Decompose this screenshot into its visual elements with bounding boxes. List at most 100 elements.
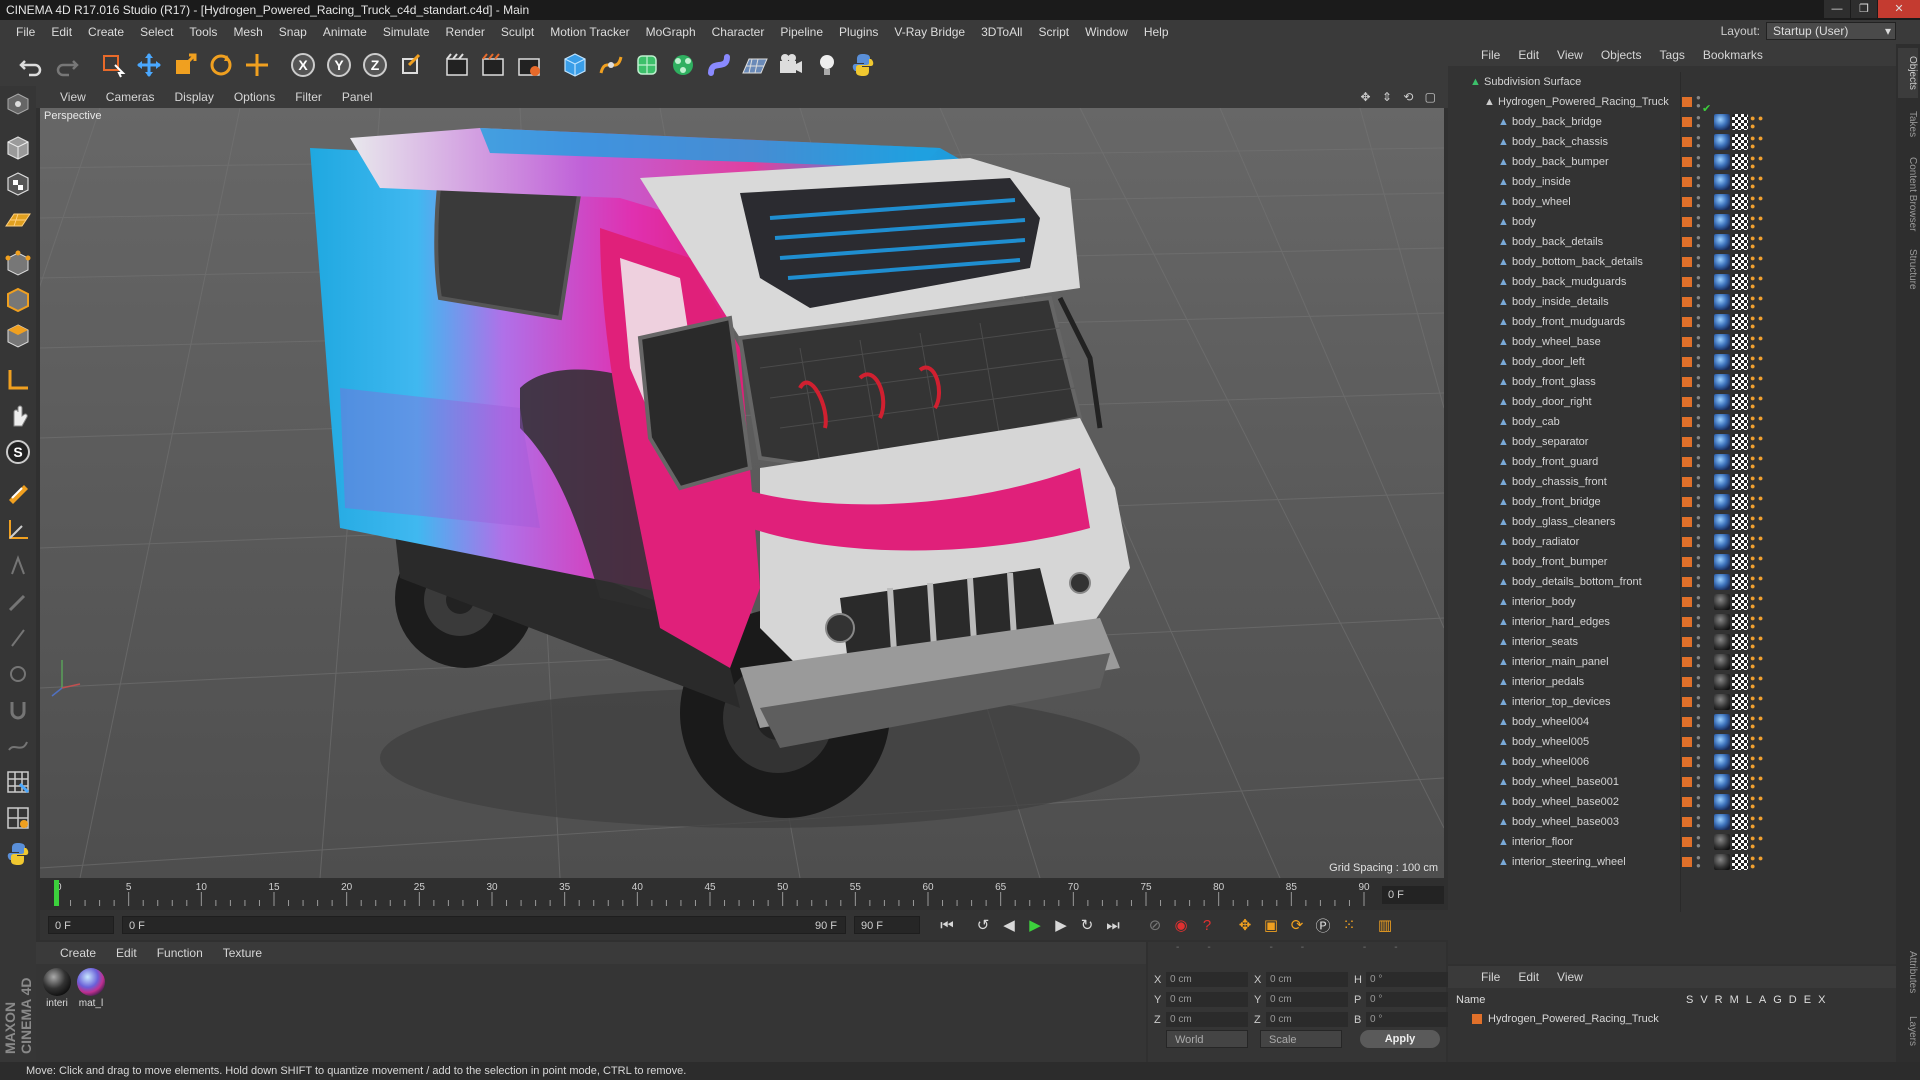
menu-v-ray-bridge[interactable]: V-Ray Bridge xyxy=(886,20,973,44)
render-view-button[interactable] xyxy=(440,48,474,82)
material-tag-icon[interactable] xyxy=(1714,454,1730,470)
object-row[interactable]: ▲ interior_seats ● ● ● ● ● xyxy=(1448,632,1896,652)
material-tag-icon[interactable] xyxy=(1714,734,1730,750)
next-frame-button[interactable]: ▶ xyxy=(1048,912,1074,938)
phong-tag-icon[interactable]: ● ● ● xyxy=(1750,574,1764,591)
object-row[interactable]: ▲ Hydrogen_Powered_Racing_Truck ● ● xyxy=(1448,92,1896,112)
menu-mesh[interactable]: Mesh xyxy=(225,20,270,44)
object-row[interactable]: ▲ body_wheel004 ● ● ● ● ● xyxy=(1448,712,1896,732)
layer-color-tag[interactable] xyxy=(1682,457,1692,467)
material-tag-icon[interactable] xyxy=(1714,274,1730,290)
material-tag-icon[interactable] xyxy=(1714,854,1730,870)
menu-snap[interactable]: Snap xyxy=(271,20,315,44)
phong-tag-icon[interactable]: ● ● ● xyxy=(1750,194,1764,211)
uvw-tag-icon[interactable] xyxy=(1732,254,1748,270)
uvw-tag-icon[interactable] xyxy=(1732,314,1748,330)
x-axis-lock-button[interactable]: X xyxy=(286,48,320,82)
transform-tool-button[interactable] xyxy=(240,48,274,82)
uvw-tag-icon[interactable] xyxy=(1732,494,1748,510)
render-settings-button[interactable] xyxy=(512,48,546,82)
viewport-navigation-icons[interactable]: ✥ ⇕ ⟲ ▢ xyxy=(1360,90,1440,104)
perspective-viewport[interactable]: Perspective Grid Spacing : 100 cm xyxy=(40,108,1444,878)
material-menu-edit[interactable]: Edit xyxy=(106,946,147,960)
material-tag-icon[interactable] xyxy=(1714,114,1730,130)
menu-tools[interactable]: Tools xyxy=(181,20,225,44)
object-menu-file[interactable]: File xyxy=(1472,48,1509,62)
rotation-b-field[interactable]: 0 ° xyxy=(1366,1012,1448,1027)
phong-tag-icon[interactable]: ● ● ● xyxy=(1750,594,1764,611)
uvw-tag-icon[interactable] xyxy=(1732,574,1748,590)
visibility-dots[interactable]: ● ● xyxy=(1696,194,1701,210)
phong-tag-icon[interactable]: ● ● ● xyxy=(1750,834,1764,851)
timeline-ruler[interactable]: 051015202530354045505560657075808590 0 F xyxy=(40,880,1448,910)
object-menu-tags[interactable]: Tags xyxy=(1651,48,1694,62)
object-row[interactable]: ▲ body_front_bridge ● ● ● ● ● xyxy=(1448,492,1896,512)
layer-color-tag[interactable] xyxy=(1682,757,1692,767)
coordinate-space-dropdown[interactable]: World xyxy=(1166,1030,1248,1048)
menu-help[interactable]: Help xyxy=(1136,20,1177,44)
visibility-dots[interactable]: ● ● xyxy=(1696,114,1701,130)
menu-select[interactable]: Select xyxy=(132,20,181,44)
key-parameter-button[interactable]: Ⓟ xyxy=(1310,912,1336,938)
layer-menu-file[interactable]: File xyxy=(1472,970,1509,984)
object-row[interactable]: ▲ body_back_bumper ● ● ● ● ● xyxy=(1448,152,1896,172)
timeline-layout-button[interactable]: ▥ xyxy=(1372,912,1398,938)
phong-tag-icon[interactable]: ● ● ● xyxy=(1750,134,1764,151)
material-tag-icon[interactable] xyxy=(1714,554,1730,570)
layer-color-tag[interactable] xyxy=(1682,277,1692,287)
phong-tag-icon[interactable]: ● ● ● xyxy=(1750,754,1764,771)
sculpt-button[interactable] xyxy=(0,656,36,692)
phong-tag-icon[interactable]: ● ● ● xyxy=(1750,374,1764,391)
visibility-dots[interactable]: ● ● xyxy=(1696,454,1701,470)
object-row[interactable]: ▲ body_front_bumper ● ● ● ● ● xyxy=(1448,552,1896,572)
visibility-dots[interactable]: ● ● xyxy=(1696,514,1701,530)
object-row[interactable]: ▲ body_front_guard ● ● ● ● ● xyxy=(1448,452,1896,472)
object-row[interactable]: ▲ body_wheel_base003 ● ● ● ● ● xyxy=(1448,812,1896,832)
layer-color-tag[interactable] xyxy=(1682,157,1692,167)
visibility-dots[interactable]: ● ● xyxy=(1696,154,1701,170)
visibility-dots[interactable]: ● ● xyxy=(1696,814,1701,830)
visibility-dots[interactable]: ● ● xyxy=(1696,314,1701,330)
scale-tool-button[interactable] xyxy=(168,48,202,82)
uvw-tag-icon[interactable] xyxy=(1732,814,1748,830)
uvw-tag-icon[interactable] xyxy=(1732,514,1748,530)
z-axis-lock-button[interactable]: Z xyxy=(358,48,392,82)
texture-mode-button[interactable] xyxy=(0,166,36,202)
visibility-dots[interactable]: ● ● xyxy=(1696,634,1701,650)
material-menu-texture[interactable]: Texture xyxy=(213,946,272,960)
live-selection-button[interactable] xyxy=(96,48,130,82)
viewport-menu-display[interactable]: Display xyxy=(164,90,223,104)
size-y-field[interactable]: 0 cm xyxy=(1266,992,1348,1007)
object-row[interactable]: ▲ body_inside ● ● ● ● ● xyxy=(1448,172,1896,192)
layer-color-tag[interactable] xyxy=(1682,677,1692,687)
workplane-mode-button[interactable] xyxy=(0,202,36,238)
phong-tag-icon[interactable]: ● ● ● xyxy=(1750,254,1764,271)
menu-file[interactable]: File xyxy=(8,20,43,44)
minimize-button[interactable]: — xyxy=(1824,0,1850,18)
object-menu-bookmarks[interactable]: Bookmarks xyxy=(1694,48,1772,62)
uvw-tag-icon[interactable] xyxy=(1732,734,1748,750)
light-button[interactable] xyxy=(810,48,844,82)
uvw-tag-icon[interactable] xyxy=(1732,154,1748,170)
material-tag-icon[interactable] xyxy=(1714,514,1730,530)
axis-mode-button[interactable] xyxy=(0,362,36,398)
key-position-button[interactable]: ✥ xyxy=(1232,912,1258,938)
object-row[interactable]: ▲ body_wheel006 ● ● ● ● ● xyxy=(1448,752,1896,772)
layer-color-tag[interactable] xyxy=(1682,717,1692,727)
menu-window[interactable]: Window xyxy=(1077,20,1136,44)
visibility-dots[interactable]: ● ● xyxy=(1696,614,1701,630)
visibility-dots[interactable]: ● ● xyxy=(1696,374,1701,390)
layer-color-tag[interactable] xyxy=(1682,397,1692,407)
y-axis-lock-button[interactable]: Y xyxy=(322,48,356,82)
object-row[interactable]: ▲ body_chassis_front ● ● ● ● ● xyxy=(1448,472,1896,492)
uvw-tag-icon[interactable] xyxy=(1732,634,1748,650)
visibility-dots[interactable]: ● ● xyxy=(1696,494,1701,510)
rotation-p-field[interactable]: 0 ° xyxy=(1366,992,1448,1007)
material-tag-icon[interactable] xyxy=(1714,334,1730,350)
visibility-dots[interactable]: ● ● xyxy=(1696,754,1701,770)
layer-color-tag[interactable] xyxy=(1682,477,1692,487)
visibility-dots[interactable]: ● ● xyxy=(1696,434,1701,450)
uvw-tag-icon[interactable] xyxy=(1732,294,1748,310)
visibility-dots[interactable]: ● ● xyxy=(1696,214,1701,230)
maximize-button[interactable]: ❐ xyxy=(1851,0,1877,18)
